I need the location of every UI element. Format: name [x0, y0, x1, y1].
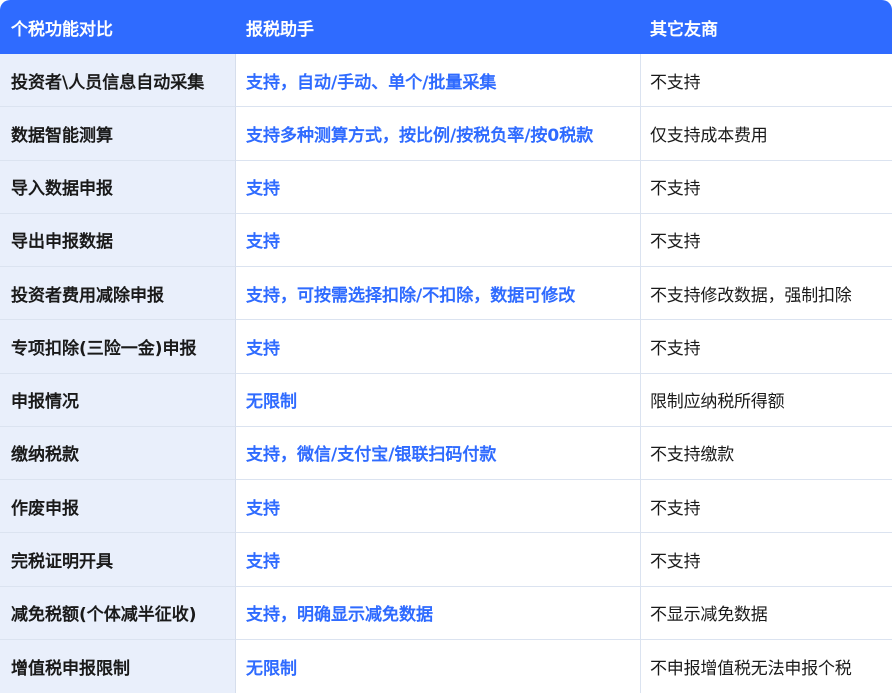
others-cell: 不支持缴款: [641, 426, 892, 480]
table-row: 作废申报 支持 不支持: [0, 480, 892, 534]
ours-cell: 无限制: [236, 639, 641, 693]
column-header-ours: 报税助手: [236, 0, 641, 54]
ours-cell: 支持，明确显示减免数据: [236, 586, 641, 640]
others-cell: 不支持: [641, 213, 892, 267]
table-row: 投资者费用减除申报 支持，可按需选择扣除/不扣除，数据可修改 不支持修改数据，强…: [0, 267, 892, 321]
ours-cell: 支持，可按需选择扣除/不扣除，数据可修改: [236, 267, 641, 321]
feature-cell: 增值税申报限制: [0, 639, 236, 693]
others-cell: 限制应纳税所得额: [641, 373, 892, 427]
header-row: 个税功能对比 报税助手 其它友商: [0, 0, 892, 54]
feature-cell: 导入数据申报: [0, 160, 236, 214]
others-cell: 不申报增值税无法申报个税: [641, 639, 892, 693]
others-cell: 仅支持成本费用: [641, 107, 892, 161]
others-cell: 不显示减免数据: [641, 586, 892, 640]
table-row: 投资者\人员信息自动采集 支持，自动/手动、单个/批量采集 不支持: [0, 54, 892, 108]
feature-cell: 数据智能测算: [0, 107, 236, 161]
feature-cell: 缴纳税款: [0, 426, 236, 480]
table-row: 增值税申报限制 无限制 不申报增值税无法申报个税: [0, 639, 892, 693]
ours-cell: 支持多种测算方式，按比例/按税负率/按0税款: [236, 107, 641, 161]
ours-cell: 支持: [236, 213, 641, 267]
feature-cell: 完税证明开具: [0, 533, 236, 587]
table-header: 个税功能对比 报税助手 其它友商: [0, 0, 892, 54]
table-row: 完税证明开具 支持 不支持: [0, 533, 892, 587]
ours-cell: 无限制: [236, 373, 641, 427]
feature-cell: 投资者费用减除申报: [0, 267, 236, 321]
table-row: 导入数据申报 支持 不支持: [0, 160, 892, 214]
feature-cell: 专项扣除(三险一金)申报: [0, 320, 236, 374]
table-row: 专项扣除(三险一金)申报 支持 不支持: [0, 320, 892, 374]
others-cell: 不支持: [641, 320, 892, 374]
comparison-table: 个税功能对比 报税助手 其它友商 投资者\人员信息自动采集 支持，自动/手动、单…: [0, 0, 892, 693]
ours-cell: 支持: [236, 160, 641, 214]
column-header-others: 其它友商: [641, 0, 892, 54]
feature-cell: 申报情况: [0, 373, 236, 427]
ours-cell: 支持: [236, 320, 641, 374]
ours-cell: 支持，自动/手动、单个/批量采集: [236, 54, 641, 108]
table-row: 导出申报数据 支持 不支持: [0, 213, 892, 267]
table-row: 数据智能测算 支持多种测算方式，按比例/按税负率/按0税款 仅支持成本费用: [0, 107, 892, 161]
table-row: 缴纳税款 支持，微信/支付宝/银联扫码付款 不支持缴款: [0, 426, 892, 480]
column-header-feature: 个税功能对比: [0, 0, 236, 54]
ours-cell: 支持，微信/支付宝/银联扫码付款: [236, 426, 641, 480]
others-cell: 不支持: [641, 533, 892, 587]
feature-cell: 作废申报: [0, 480, 236, 534]
ours-cell: 支持: [236, 480, 641, 534]
table-row: 申报情况 无限制 限制应纳税所得额: [0, 373, 892, 427]
table-body: 投资者\人员信息自动采集 支持，自动/手动、单个/批量采集 不支持 数据智能测算…: [0, 54, 892, 693]
feature-cell: 导出申报数据: [0, 213, 236, 267]
ours-cell: 支持: [236, 533, 641, 587]
table-row: 减免税额(个体减半征收) 支持，明确显示减免数据 不显示减免数据: [0, 586, 892, 640]
others-cell: 不支持: [641, 480, 892, 534]
others-cell: 不支持修改数据，强制扣除: [641, 267, 892, 321]
others-cell: 不支持: [641, 160, 892, 214]
feature-cell: 投资者\人员信息自动采集: [0, 54, 236, 108]
others-cell: 不支持: [641, 54, 892, 108]
feature-cell: 减免税额(个体减半征收): [0, 586, 236, 640]
